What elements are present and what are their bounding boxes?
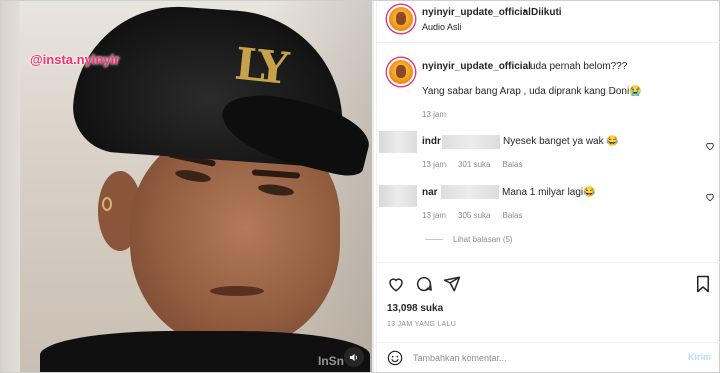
view-replies-label: Lihat balasan (5) bbox=[453, 235, 513, 244]
username-blur bbox=[442, 135, 500, 149]
post-actions: 13,098 suka 13 JAM YANG LALU bbox=[377, 262, 720, 342]
post-panel: nyinyir_update_official • Diikuti Audio … bbox=[376, 1, 720, 372]
comment-meta: 13 jam 301 suka Balas bbox=[422, 160, 535, 169]
posted-time: 13 JAM YANG LALU bbox=[387, 321, 457, 328]
video-earring bbox=[102, 197, 112, 211]
watermark-bottom: InSn bbox=[318, 354, 344, 368]
header-username[interactable]: nyinyir_update_official bbox=[422, 7, 531, 18]
comment-icon[interactable] bbox=[415, 275, 433, 293]
share-icon[interactable] bbox=[443, 275, 461, 293]
comment-text: Nyesek banget ya wak 😂 bbox=[503, 136, 619, 147]
avatar[interactable] bbox=[387, 5, 415, 33]
caption-text-line2: Yang sabar bang Arap , uda diprank kang … bbox=[422, 86, 642, 97]
comment-meta: 13 jam 305 suka Balas bbox=[422, 211, 535, 220]
reply-button[interactable]: Balas bbox=[502, 211, 522, 220]
post-comment-button[interactable]: Kirim bbox=[688, 352, 711, 362]
heart-icon[interactable] bbox=[705, 192, 715, 202]
comment-input[interactable] bbox=[413, 349, 673, 367]
watermark-top: @insta.nyinyir bbox=[30, 52, 120, 67]
comment-likes[interactable]: 301 suka bbox=[458, 160, 490, 169]
post-header: nyinyir_update_official • Diikuti Audio … bbox=[377, 1, 720, 43]
reply-button[interactable]: Balas bbox=[502, 160, 522, 169]
sound-toggle-button[interactable] bbox=[344, 347, 364, 367]
heart-icon[interactable] bbox=[705, 141, 715, 151]
likes-count[interactable]: 13,098 suka bbox=[387, 303, 443, 314]
caption-time: 13 jam bbox=[422, 110, 447, 119]
comment-time: 13 jam bbox=[422, 211, 447, 220]
view-replies-button[interactable]: Lihat balasan (5) bbox=[425, 235, 513, 244]
follow-status-button[interactable]: Diikuti bbox=[531, 7, 562, 18]
comment-likes[interactable]: 305 suka bbox=[458, 211, 490, 220]
comment-avatar-blurred[interactable] bbox=[379, 131, 417, 153]
caption-text-line1: uda pernah belom??? bbox=[530, 61, 628, 72]
heart-icon[interactable] bbox=[387, 275, 405, 293]
header-separator: • bbox=[523, 6, 527, 17]
audio-label[interactable]: Audio Asli bbox=[422, 22, 462, 32]
comment-avatar-blurred[interactable] bbox=[379, 185, 417, 207]
emoji-icon[interactable] bbox=[387, 350, 403, 366]
comment-time: 13 jam bbox=[422, 160, 447, 169]
replies-divider bbox=[425, 239, 443, 240]
comment-username[interactable]: indr bbox=[422, 136, 441, 147]
caption-username[interactable]: nyinyir_update_official bbox=[422, 61, 531, 72]
bookmark-icon[interactable] bbox=[695, 275, 711, 293]
caption-avatar[interactable] bbox=[387, 58, 415, 86]
username-blur bbox=[441, 185, 499, 199]
speaker-icon bbox=[349, 353, 357, 361]
comment-text: Mana 1 milyar lagi😂 bbox=[502, 187, 596, 198]
comment-username[interactable]: nar bbox=[422, 187, 438, 198]
cap-logo: LY bbox=[232, 38, 286, 95]
comment-composer: Kirim bbox=[377, 342, 720, 372]
video-mouth bbox=[210, 286, 264, 296]
